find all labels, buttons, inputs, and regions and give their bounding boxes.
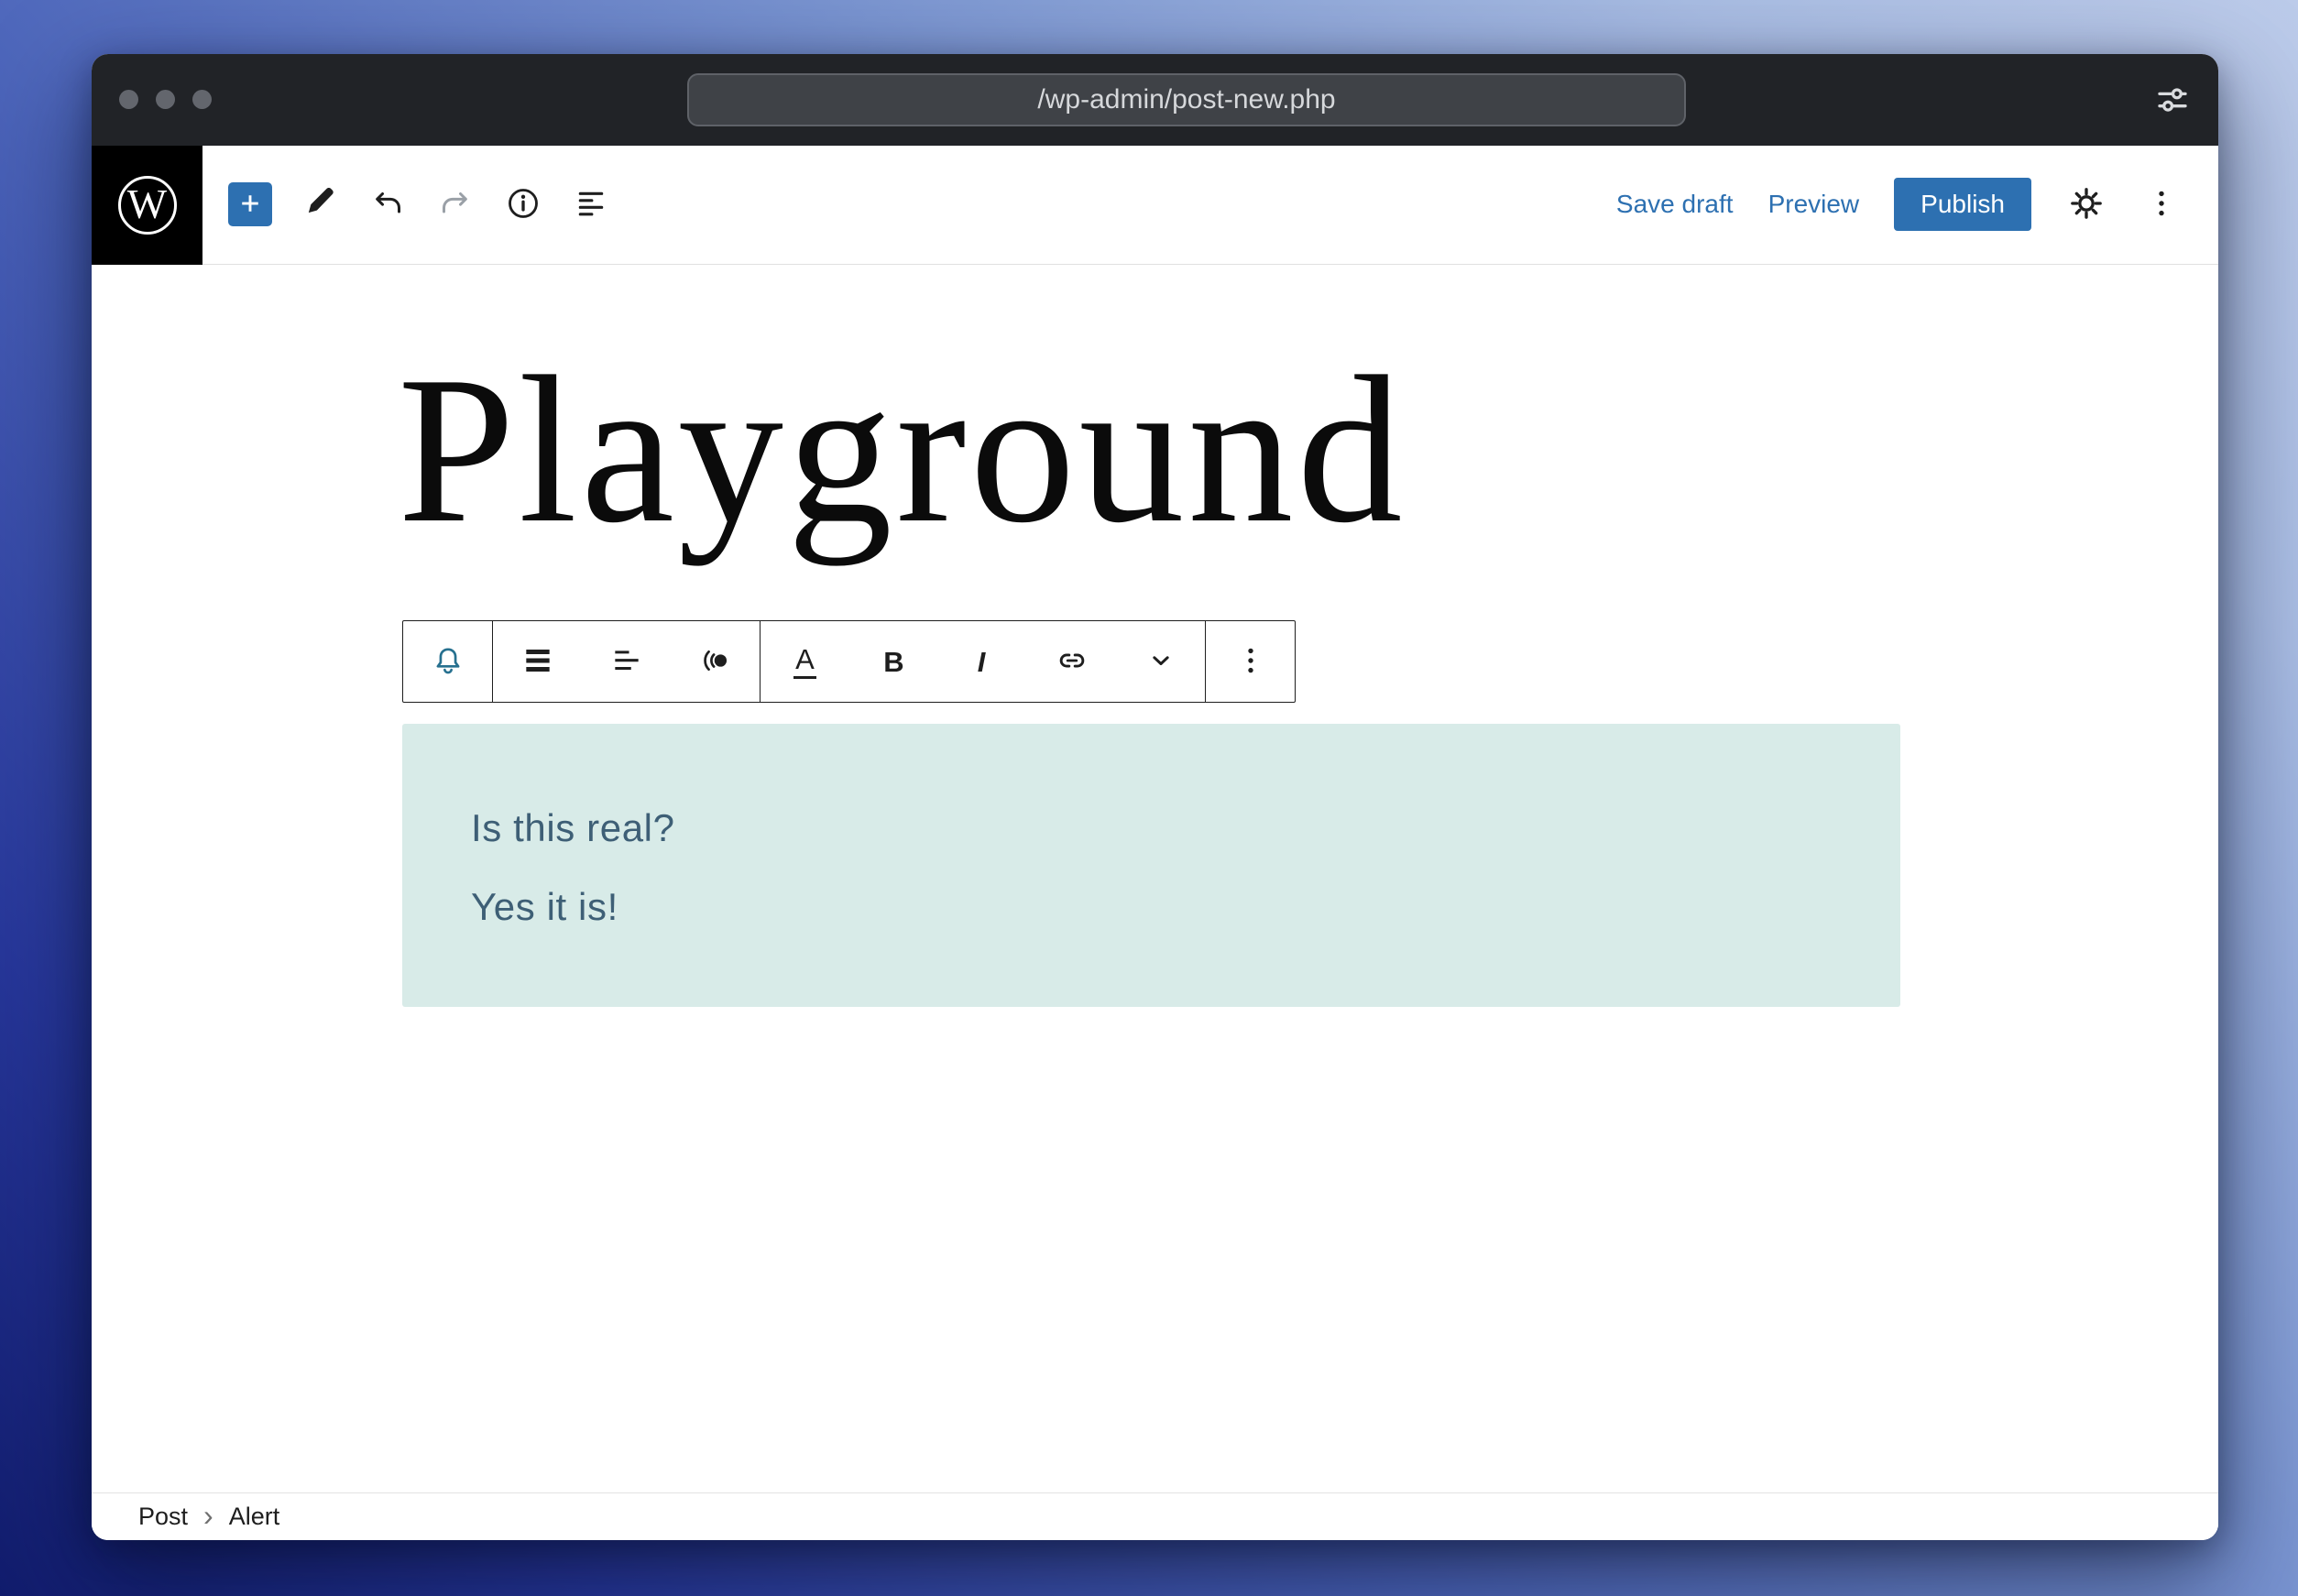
list-view-icon [573, 185, 609, 224]
bold-button[interactable]: B [849, 621, 938, 702]
publish-button[interactable]: Publish [1894, 178, 2031, 231]
more-options-button[interactable] [2141, 184, 2182, 224]
block-options-button[interactable] [1206, 621, 1295, 702]
chevron-down-icon [1144, 643, 1178, 681]
info-icon [505, 185, 542, 224]
chevron-right-icon: › [203, 1498, 213, 1532]
editor-canvas: Playground A B I Is this real? Yes it is… [92, 265, 2218, 1540]
preview-button[interactable]: Preview [1768, 190, 1860, 219]
text-color-icon: A [793, 645, 816, 679]
alert-block[interactable]: Is this real? Yes it is! [402, 724, 1900, 1007]
block-type-group [403, 621, 493, 702]
duotone-button[interactable] [671, 621, 760, 702]
kebab-icon [1233, 643, 1268, 681]
justify-icon [520, 643, 555, 681]
settings-button[interactable] [2066, 184, 2106, 224]
duotone-icon [698, 643, 733, 681]
block-options-group [1206, 621, 1295, 702]
edit-tool-button[interactable] [300, 184, 340, 224]
wordpress-logo-icon: W [117, 176, 177, 235]
browser-window: /wp-admin/post-new.php W Save draft Prev… [92, 54, 2218, 1540]
desktop-background: /wp-admin/post-new.php W Save draft Prev… [0, 0, 2298, 1596]
alert-paragraph[interactable]: Yes it is! [471, 883, 1832, 932]
document-info-button[interactable] [503, 184, 543, 224]
browser-settings-button[interactable] [2152, 81, 2193, 121]
editor-topbar: W Save draft Preview Publish [92, 146, 2218, 265]
block-toolbar: A B I [402, 620, 1296, 703]
window-minimize-button[interactable] [156, 90, 175, 109]
breadcrumb-post[interactable]: Post [138, 1503, 188, 1531]
wordpress-w: W [126, 180, 168, 227]
block-inserter-button[interactable] [228, 182, 272, 226]
bold-icon: B [883, 645, 904, 678]
browser-titlebar: /wp-admin/post-new.php [92, 54, 2218, 146]
plus-icon [236, 190, 264, 220]
editor-tools-right: Save draft Preview Publish [1616, 146, 2182, 263]
undo-button[interactable] [367, 184, 408, 224]
alert-paragraph[interactable]: Is this real? [471, 804, 1832, 853]
breadcrumb: Post › Alert [92, 1492, 2218, 1540]
bell-icon [431, 643, 465, 681]
pencil-icon [301, 185, 338, 224]
gear-icon [2068, 185, 2105, 224]
align-text-button[interactable] [582, 621, 671, 702]
link-button[interactable] [1027, 621, 1116, 702]
italic-icon: I [977, 645, 986, 678]
breadcrumb-alert[interactable]: Alert [229, 1503, 280, 1531]
tune-icon [2153, 81, 2192, 122]
list-view-button[interactable] [571, 184, 611, 224]
window-controls [119, 90, 212, 109]
window-zoom-button[interactable] [192, 90, 212, 109]
italic-button[interactable]: I [938, 621, 1027, 702]
block-controls-group [493, 621, 761, 702]
format-group: A B I [761, 621, 1206, 702]
url-text: /wp-admin/post-new.php [1037, 84, 1336, 115]
redo-icon [437, 185, 474, 224]
alert-block-type-button[interactable] [403, 621, 492, 702]
kebab-icon [2144, 186, 2179, 224]
post-title-field[interactable]: Playground [398, 344, 1406, 555]
link-icon [1055, 643, 1089, 681]
wordpress-logo-button[interactable]: W [92, 146, 202, 265]
more-formats-button[interactable] [1116, 621, 1205, 702]
highlight-button[interactable]: A [761, 621, 849, 702]
url-bar[interactable]: /wp-admin/post-new.php [687, 73, 1686, 126]
justify-button[interactable] [493, 621, 582, 702]
editor-tools-left [228, 146, 611, 263]
redo-button[interactable] [435, 184, 476, 224]
save-draft-button[interactable]: Save draft [1616, 190, 1734, 219]
undo-icon [369, 185, 406, 224]
align-left-icon [609, 643, 644, 681]
window-close-button[interactable] [119, 90, 138, 109]
